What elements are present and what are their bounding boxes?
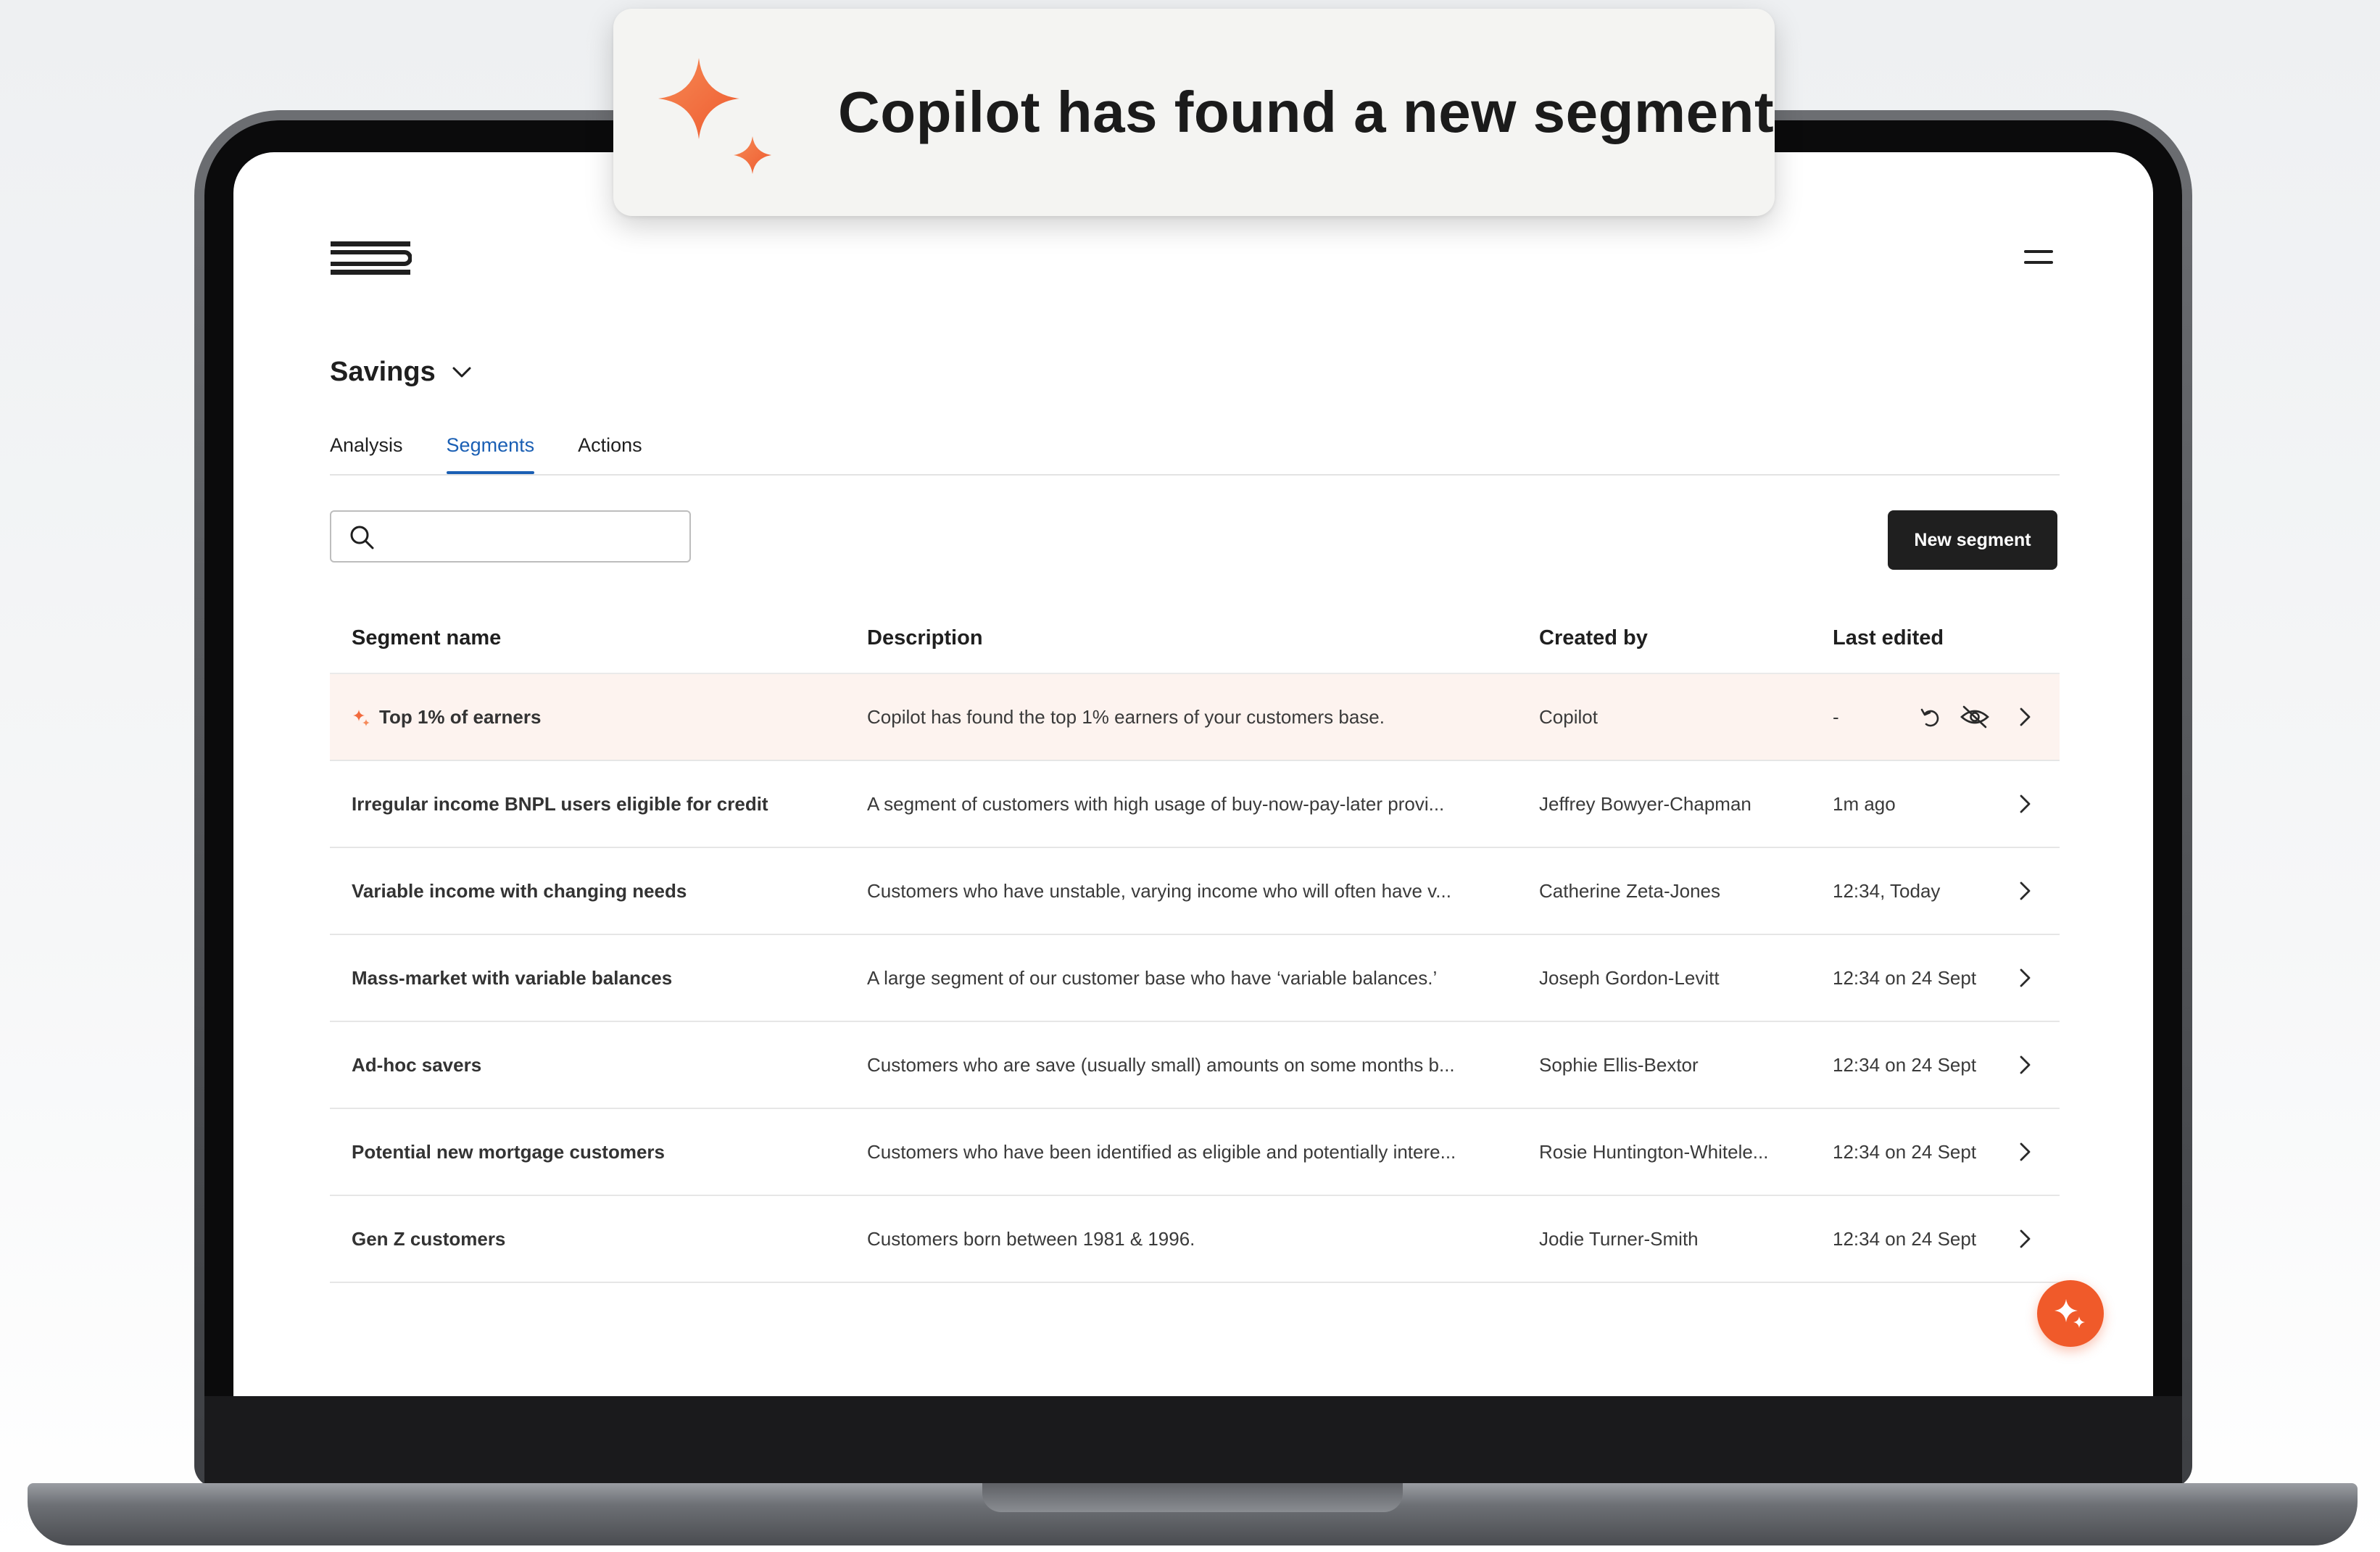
chevron-down-icon bbox=[452, 367, 471, 377]
chevron-right-icon[interactable] bbox=[2012, 791, 2038, 817]
chevron-right-icon[interactable] bbox=[2012, 704, 2038, 730]
segment-description: Customers born between 1981 & 1996. bbox=[867, 1228, 1195, 1250]
table-header: Segment name Description Created by Last… bbox=[330, 603, 2060, 674]
segment-name: Top 1% of earners bbox=[379, 706, 542, 728]
tab-actions[interactable]: Actions bbox=[578, 429, 642, 473]
table-row[interactable]: Ad-hoc savers Customers who are save (us… bbox=[330, 1022, 2060, 1109]
page-title: Savings bbox=[330, 357, 436, 387]
sparkle-icon bbox=[658, 58, 771, 174]
new-segment-button[interactable]: New segment bbox=[1888, 510, 2057, 570]
sparkle-icon bbox=[2054, 1299, 2085, 1328]
segments-table: Segment name Description Created by Last… bbox=[330, 603, 2060, 1283]
segment-created-by: Rosie Huntington-Whitele... bbox=[1539, 1141, 1769, 1163]
laptop-notch bbox=[982, 1483, 1403, 1512]
hamburger-menu-icon[interactable] bbox=[2024, 250, 2053, 265]
segment-created-by: Joseph Gordon-Levitt bbox=[1539, 967, 1720, 989]
table-row[interactable]: Irregular income BNPL users eligible for… bbox=[330, 761, 2060, 848]
column-header-segment-name[interactable]: Segment name bbox=[352, 626, 501, 650]
segment-name: Potential new mortgage customers bbox=[352, 1141, 665, 1163]
segment-last-edited: 12:34 on 24 Sept bbox=[1833, 1141, 1977, 1163]
hide-icon[interactable] bbox=[1960, 704, 1990, 730]
table-row[interactable]: Potential new mortgage customers Custome… bbox=[330, 1109, 2060, 1196]
chevron-right-icon[interactable] bbox=[2012, 1226, 2038, 1252]
segment-description: A large segment of our customer base who… bbox=[867, 967, 1438, 989]
copilot-toast: Copilot has found a new segment bbox=[613, 9, 1775, 216]
column-header-last-edited[interactable]: Last edited bbox=[1833, 626, 1944, 650]
search-input[interactable] bbox=[385, 519, 678, 555]
segment-created-by: Copilot bbox=[1539, 706, 1598, 728]
table-row[interactable]: Gen Z customers Customers born between 1… bbox=[330, 1196, 2060, 1283]
segment-last-edited: 12:34, Today bbox=[1833, 880, 1941, 902]
search-icon bbox=[350, 526, 374, 549]
tab-segments[interactable]: Segments bbox=[446, 429, 534, 474]
tab-bar: Analysis Segments Actions bbox=[330, 429, 2060, 476]
table-row[interactable]: Mass-market with variable balances A lar… bbox=[330, 935, 2060, 1022]
table-row[interactable]: Variable income with changing needs Cust… bbox=[330, 848, 2060, 935]
undo-icon[interactable] bbox=[1917, 704, 1944, 730]
copilot-fab-button[interactable] bbox=[2037, 1280, 2104, 1347]
segment-name: Variable income with changing needs bbox=[352, 880, 687, 902]
segment-description: Customers who have unstable, varying inc… bbox=[867, 880, 1451, 902]
tab-analysis[interactable]: Analysis bbox=[330, 429, 403, 473]
column-header-description[interactable]: Description bbox=[867, 626, 983, 650]
segment-description: Customers who are save (usually small) a… bbox=[867, 1054, 1455, 1076]
segment-name: Mass-market with variable balances bbox=[352, 967, 673, 989]
segment-description: Copilot has found the top 1% earners of … bbox=[867, 706, 1385, 728]
sparkle-icon bbox=[353, 710, 370, 727]
chevron-right-icon[interactable] bbox=[2012, 965, 2038, 991]
segment-created-by: Catherine Zeta-Jones bbox=[1539, 880, 1721, 902]
chevron-right-icon[interactable] bbox=[2012, 1052, 2038, 1078]
segment-description: Customers who have been identified as el… bbox=[867, 1141, 1456, 1163]
segment-name: Ad-hoc savers bbox=[352, 1054, 482, 1076]
segment-name: Gen Z customers bbox=[352, 1228, 506, 1250]
segment-created-by: Jeffrey Bowyer-Chapman bbox=[1539, 793, 1751, 815]
column-header-created-by[interactable]: Created by bbox=[1539, 626, 1648, 650]
toast-message: Copilot has found a new segment bbox=[838, 80, 1775, 144]
segment-last-edited: 1m ago bbox=[1833, 793, 1896, 815]
segment-last-edited: 12:34 on 24 Sept bbox=[1833, 1054, 1977, 1076]
laptop-chin bbox=[204, 1396, 2182, 1483]
segment-last-edited: 12:34 on 24 Sept bbox=[1833, 1228, 1977, 1250]
segment-name: Irregular income BNPL users eligible for… bbox=[352, 793, 768, 815]
search-box[interactable] bbox=[330, 510, 691, 563]
app-screen: Savings Analysis Segments Actions New se… bbox=[233, 152, 2153, 1396]
segment-created-by: Sophie Ellis-Bextor bbox=[1539, 1054, 1699, 1076]
segment-description: A segment of customers with high usage o… bbox=[867, 793, 1445, 815]
table-row-copilot-suggestion[interactable]: Top 1% of earners Copilot has found the … bbox=[330, 674, 2060, 761]
product-selector[interactable]: Savings bbox=[330, 357, 472, 388]
brand-logo-icon bbox=[331, 241, 412, 275]
chevron-right-icon[interactable] bbox=[2012, 1139, 2038, 1165]
segment-created-by: Jodie Turner-Smith bbox=[1539, 1228, 1699, 1250]
segment-last-edited: 12:34 on 24 Sept bbox=[1833, 967, 1977, 989]
chevron-right-icon[interactable] bbox=[2012, 878, 2038, 904]
